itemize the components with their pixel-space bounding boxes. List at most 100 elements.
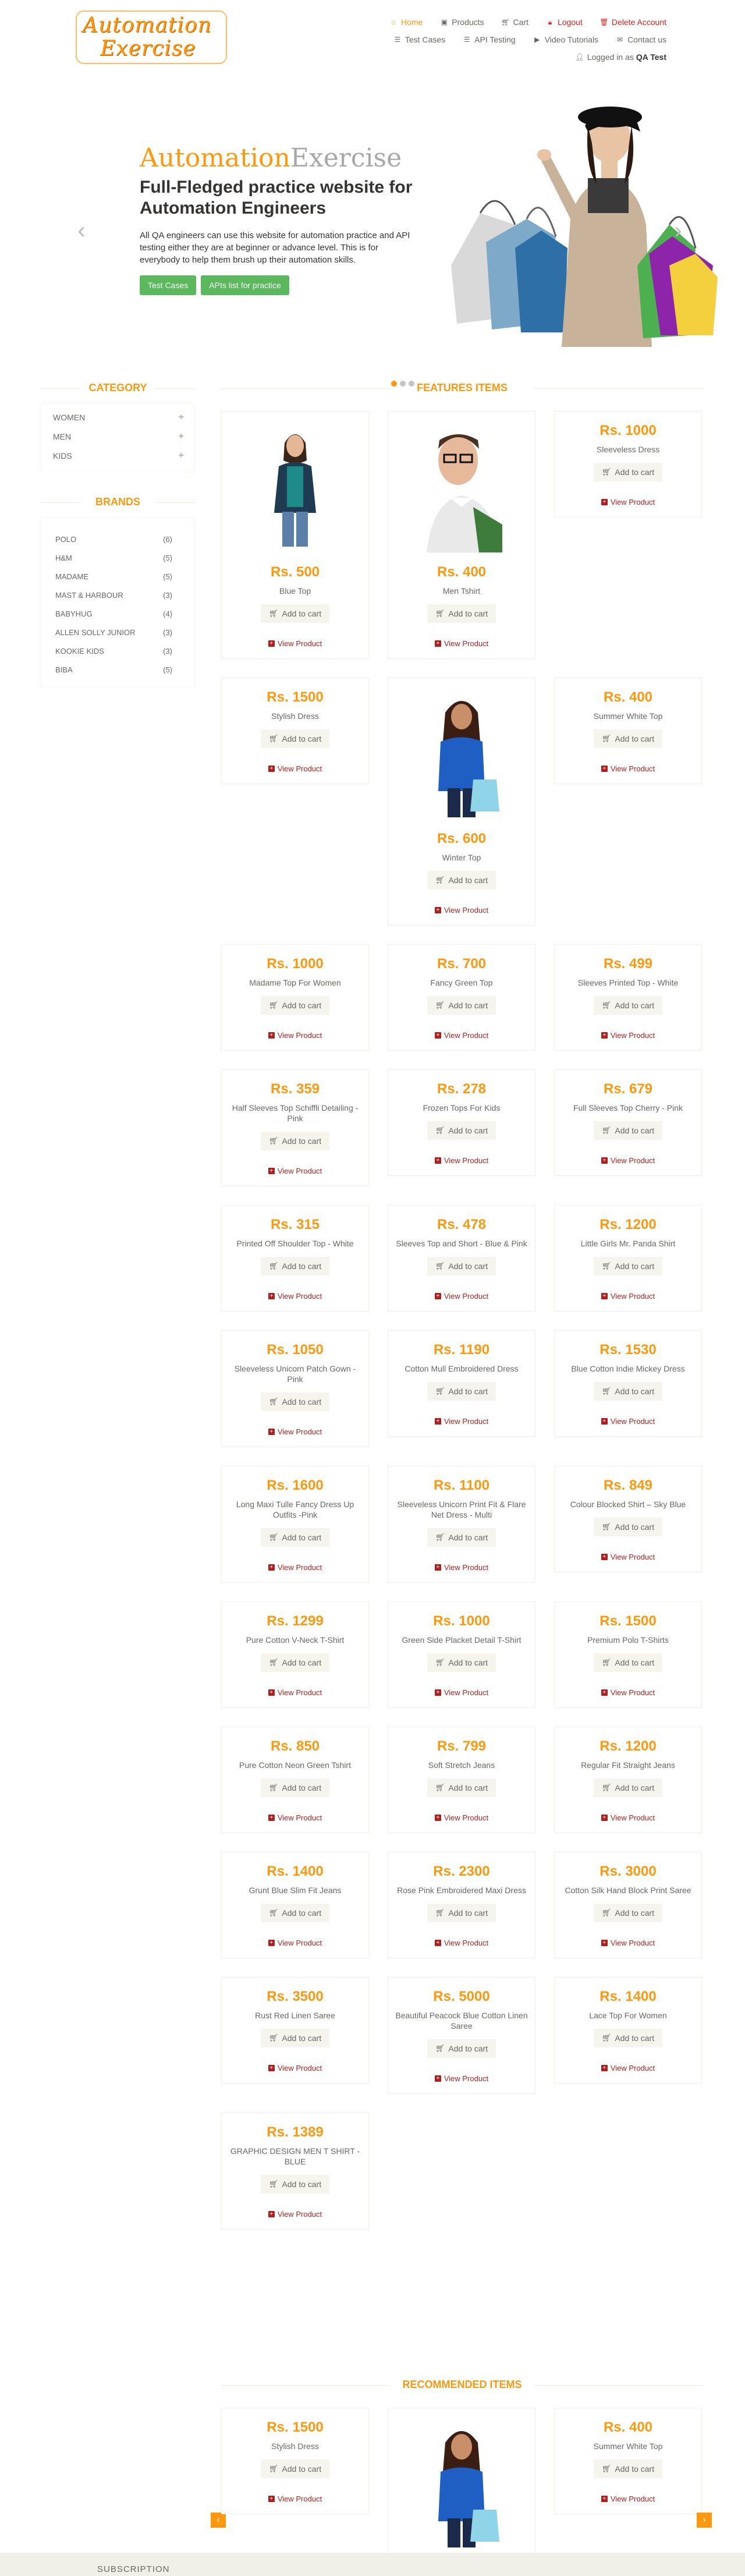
nav-video-tutorials[interactable]: ▶ Video Tutorials bbox=[533, 34, 598, 45]
test-cases-button[interactable]: Test Cases bbox=[140, 275, 197, 295]
view-product-link[interactable]: + View Product bbox=[434, 1939, 488, 1947]
add-to-cart-button[interactable]: 🛒︎ Add to cart bbox=[260, 1132, 330, 1150]
add-to-cart-button[interactable]: 🛒︎ Add to cart bbox=[593, 1518, 663, 1536]
view-product-link[interactable]: + View Product bbox=[268, 1939, 322, 1947]
view-product-link[interactable]: + View Product bbox=[268, 1292, 322, 1301]
view-product-link[interactable]: + View Product bbox=[434, 1031, 488, 1040]
nav-logged-in[interactable]: 👤︎ Logged in as QA Test bbox=[575, 51, 666, 63]
nav-api-testing[interactable]: ☰ API Testing bbox=[463, 34, 516, 45]
add-to-cart-button[interactable]: 🛒︎ Add to cart bbox=[427, 1257, 496, 1275]
view-product-link[interactable]: + View Product bbox=[434, 906, 488, 915]
view-product-link[interactable]: + View Product bbox=[434, 1563, 488, 1572]
add-to-cart-button[interactable]: 🛒︎ Add to cart bbox=[593, 996, 663, 1015]
brand-item[interactable]: BIBA (5) bbox=[55, 660, 172, 679]
view-product-link[interactable]: + View Product bbox=[601, 1156, 655, 1165]
view-product-link[interactable]: + View Product bbox=[268, 2064, 322, 2072]
add-to-cart-button[interactable]: 🛒︎ Add to cart bbox=[260, 1392, 330, 1411]
view-product-link[interactable]: + View Product bbox=[601, 2064, 655, 2072]
slider-prev-icon[interactable]: ‹ bbox=[73, 219, 90, 242]
site-logo[interactable]: Automation Exercise bbox=[76, 10, 227, 64]
add-to-cart-button[interactable]: 🛒︎ Add to cart bbox=[260, 1778, 330, 1797]
slider-next-icon[interactable]: › bbox=[669, 219, 687, 242]
brand-item[interactable]: POLO (6) bbox=[55, 530, 172, 548]
view-product-link[interactable]: + View Product bbox=[268, 1031, 322, 1040]
view-product-link[interactable]: + View Product bbox=[268, 639, 322, 648]
add-to-cart-button[interactable]: 🛒︎ Add to cart bbox=[593, 1653, 663, 1672]
add-to-cart-button[interactable]: 🛒︎ Add to cart bbox=[260, 1257, 330, 1275]
add-to-cart-button[interactable]: 🛒︎ Add to cart bbox=[593, 1382, 663, 1401]
view-product-link[interactable]: + View Product bbox=[601, 1813, 655, 1822]
brand-item[interactable]: MADAME (5) bbox=[55, 567, 172, 586]
add-to-cart-button[interactable]: 🛒︎ Add to cart bbox=[593, 2460, 663, 2478]
add-to-cart-button[interactable]: 🛒︎ Add to cart bbox=[427, 871, 496, 890]
view-product-link[interactable]: + View Product bbox=[434, 1292, 488, 1301]
view-product-link[interactable]: + View Product bbox=[601, 498, 655, 506]
brand-name: MAST & HARBOUR bbox=[55, 590, 123, 600]
view-product-link[interactable]: + View Product bbox=[601, 764, 655, 773]
add-to-cart-button[interactable]: 🛒︎ Add to cart bbox=[427, 1778, 496, 1797]
view-product-link[interactable]: + View Product bbox=[268, 2210, 322, 2219]
add-to-cart-button[interactable]: 🛒︎ Add to cart bbox=[260, 1528, 330, 1547]
view-product-link[interactable]: + View Product bbox=[268, 1563, 322, 1572]
view-product-link[interactable]: + View Product bbox=[601, 1688, 655, 1697]
add-to-cart-button[interactable]: 🛒︎ Add to cart bbox=[427, 1382, 496, 1401]
nav-delete-account[interactable]: 🗑︎ Delete Account bbox=[599, 16, 666, 28]
brand-item[interactable]: MAST & HARBOUR (3) bbox=[55, 586, 172, 604]
nav-products[interactable]: ▣ Products bbox=[440, 16, 484, 28]
add-to-cart-button[interactable]: 🛒︎ Add to cart bbox=[427, 2039, 496, 2058]
view-product-link[interactable]: + View Product bbox=[268, 1427, 322, 1436]
category-kids[interactable]: KIDS + bbox=[53, 446, 184, 465]
add-to-cart-button[interactable]: 🛒︎ Add to cart bbox=[260, 604, 330, 623]
add-to-cart-button[interactable]: 🛒︎ Add to cart bbox=[593, 463, 663, 481]
add-to-cart-button[interactable]: 🛒︎ Add to cart bbox=[593, 1121, 663, 1140]
add-to-cart-button[interactable]: 🛒︎ Add to cart bbox=[427, 996, 496, 1015]
view-product-link[interactable]: + View Product bbox=[268, 2494, 322, 2503]
view-product-link[interactable]: + View Product bbox=[601, 1939, 655, 1947]
carousel-next-icon[interactable]: › bbox=[697, 2513, 712, 2528]
add-to-cart-button[interactable]: 🛒︎ Add to cart bbox=[260, 1904, 330, 1922]
view-product-link[interactable]: + View Product bbox=[601, 1031, 655, 1040]
brand-item[interactable]: BABYHUG (4) bbox=[55, 604, 172, 623]
add-to-cart-button[interactable]: 🛒︎ Add to cart bbox=[260, 2175, 330, 2194]
apis-list-button[interactable]: APIs list for practice bbox=[201, 275, 289, 295]
view-product-link[interactable]: + View Product bbox=[601, 1292, 655, 1301]
view-product-link[interactable]: + View Product bbox=[268, 1167, 322, 1175]
brand-item[interactable]: ALLEN SOLLY JUNIOR (3) bbox=[55, 623, 172, 642]
add-to-cart-button[interactable]: 🛒︎ Add to cart bbox=[593, 1257, 663, 1275]
view-product-link[interactable]: + View Product bbox=[434, 1156, 488, 1165]
add-to-cart-button[interactable]: 🛒︎ Add to cart bbox=[260, 2460, 330, 2478]
add-to-cart-button[interactable]: 🛒︎ Add to cart bbox=[260, 996, 330, 1015]
view-product-link[interactable]: + View Product bbox=[434, 1688, 488, 1697]
add-to-cart-button[interactable]: 🛒︎ Add to cart bbox=[593, 1778, 663, 1797]
category-men[interactable]: MEN + bbox=[53, 427, 184, 446]
add-to-cart-button[interactable]: 🛒︎ Add to cart bbox=[260, 1653, 330, 1672]
view-product-link[interactable]: + View Product bbox=[268, 1688, 322, 1697]
category-women[interactable]: WOMEN + bbox=[53, 408, 184, 427]
brand-item[interactable]: H&M (5) bbox=[55, 548, 172, 567]
nav-contact-us[interactable]: ✉ Contact us bbox=[616, 34, 666, 45]
add-to-cart-button[interactable]: 🛒︎ Add to cart bbox=[593, 2029, 663, 2047]
view-product-link[interactable]: + View Product bbox=[434, 2074, 488, 2083]
add-to-cart-button[interactable]: 🛒︎ Add to cart bbox=[260, 2029, 330, 2047]
add-to-cart-button[interactable]: 🛒︎ Add to cart bbox=[593, 729, 663, 748]
view-product-link[interactable]: + View Product bbox=[601, 1417, 655, 1426]
add-to-cart-button[interactable]: 🛒︎ Add to cart bbox=[427, 1904, 496, 1922]
nav-cart[interactable]: 🛒︎ Cart bbox=[501, 16, 528, 28]
view-product-link[interactable]: + View Product bbox=[601, 2494, 655, 2503]
nav-test-cases[interactable]: ☰ Test Cases bbox=[393, 34, 446, 45]
nav-home[interactable]: ⌂ Home bbox=[389, 16, 423, 28]
add-to-cart-button[interactable]: 🛒︎ Add to cart bbox=[427, 604, 496, 623]
view-product-link[interactable]: + View Product bbox=[601, 1553, 655, 1561]
nav-logout[interactable]: 🔒︎ Logout bbox=[546, 16, 583, 28]
view-product-link[interactable]: + View Product bbox=[268, 1813, 322, 1822]
add-to-cart-button[interactable]: 🛒︎ Add to cart bbox=[593, 1904, 663, 1922]
brand-item[interactable]: KOOKIE KIDS (3) bbox=[55, 642, 172, 660]
view-product-link[interactable]: + View Product bbox=[434, 1813, 488, 1822]
add-to-cart-button[interactable]: 🛒︎ Add to cart bbox=[427, 1653, 496, 1672]
view-product-link[interactable]: + View Product bbox=[268, 764, 322, 773]
view-product-link[interactable]: + View Product bbox=[434, 639, 488, 648]
view-product-link[interactable]: + View Product bbox=[434, 1417, 488, 1426]
add-to-cart-button[interactable]: 🛒︎ Add to cart bbox=[427, 1528, 496, 1547]
add-to-cart-button[interactable]: 🛒︎ Add to cart bbox=[427, 1121, 496, 1140]
add-to-cart-button[interactable]: 🛒︎ Add to cart bbox=[260, 729, 330, 748]
